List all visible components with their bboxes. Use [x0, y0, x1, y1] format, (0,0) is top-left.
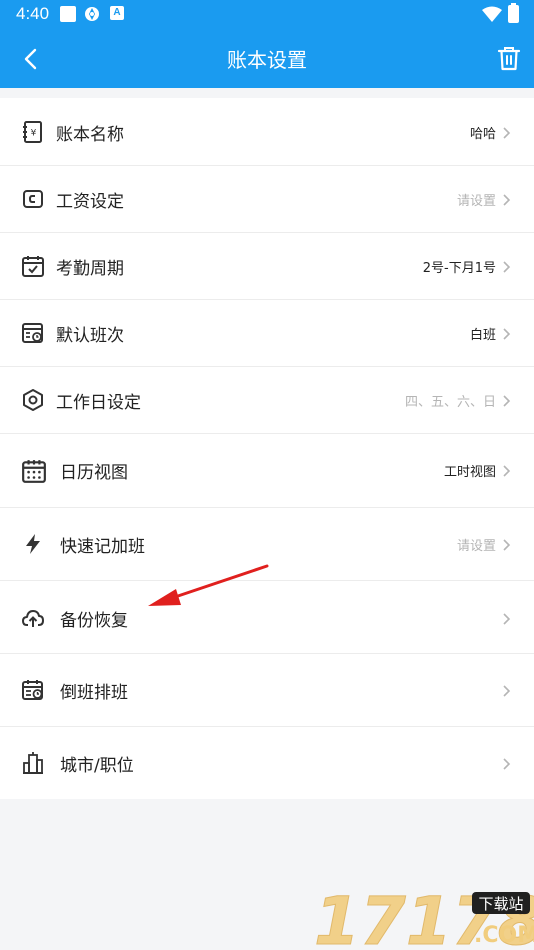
setting-row-quick-overtime[interactable]: 快速记加班 请设置 [0, 508, 534, 581]
calendar-check-icon [22, 256, 44, 277]
setting-row-workdays[interactable]: 工作日设定 四、五、六、日 [0, 367, 534, 434]
calendar-grid-icon [22, 460, 46, 483]
setting-label: 倒班排班 [60, 683, 128, 703]
chevron-right-icon [503, 127, 511, 139]
nav-bar: 账本设置 [0, 30, 534, 88]
status-time: 4:40 [16, 4, 50, 23]
shift-clock-icon [22, 323, 43, 343]
setting-label: 工作日设定 [56, 393, 141, 413]
setting-label: 账本名称 [56, 125, 124, 145]
setting-row-salary[interactable]: 工资设定 请设置 [0, 166, 534, 233]
schedule-icon [22, 680, 43, 700]
chevron-right-icon [503, 613, 511, 625]
setting-label: 考勤周期 [56, 259, 124, 279]
chevron-right-icon [503, 465, 511, 477]
setting-label: 快速记加班 [60, 537, 145, 557]
setting-label: 城市/职位 [60, 756, 134, 776]
setting-value: 工时视图 [443, 465, 496, 480]
chevron-right-icon [503, 395, 511, 407]
setting-row-attendance[interactable]: 考勤周期 2号-下月1号 [0, 233, 534, 300]
setting-row-calendar-view[interactable]: 日历视图 工时视图 [0, 434, 534, 508]
chevron-right-icon [503, 685, 511, 697]
chevron-right-icon [503, 539, 511, 551]
setting-row-backup-restore[interactable]: 备份恢复 [0, 581, 534, 654]
setting-value: 2号-下月1号 [422, 261, 496, 276]
setting-label: 备份恢复 [60, 611, 128, 631]
chevron-right-icon [503, 328, 511, 340]
notebook-icon: ¥ [23, 121, 42, 143]
wallet-icon [23, 190, 43, 208]
setting-row-default-shift[interactable]: 默认班次 白班 [0, 300, 534, 367]
watermark-logo: 17178 下载站 .COM [314, 884, 534, 950]
setting-row-shift-schedule[interactable]: 倒班排班 [0, 654, 534, 727]
chevron-right-icon [503, 261, 511, 273]
notification-square-icon [60, 6, 76, 22]
app-header: 4:40 A 账本设置 [0, 0, 534, 88]
chevron-right-icon [503, 758, 511, 770]
setting-value: 四、五、六、日 [404, 395, 496, 410]
lightning-icon [26, 534, 40, 554]
svg-text:.COM: .COM [474, 923, 534, 948]
setting-label: 默认班次 [56, 326, 124, 346]
settings-list: ¥ 账本名称 哈哈 工资设定 请设置 考勤周期 2号-下月1号 默认班次 白班 … [0, 98, 534, 799]
setting-label: 日历视图 [60, 463, 128, 483]
page-title: 账本设置 [227, 48, 307, 72]
wifi-icon [482, 6, 502, 22]
setting-value: 请设置 [456, 194, 496, 209]
notification-gear-icon [85, 7, 99, 21]
chevron-right-icon [503, 194, 511, 206]
battery-icon [508, 3, 519, 23]
notification-a-icon: A [110, 6, 124, 20]
city-icon [23, 752, 43, 774]
setting-value: 白班 [469, 328, 496, 343]
hexagon-icon [23, 389, 43, 411]
cloud-upload-icon [22, 610, 44, 627]
setting-value: 哈哈 [469, 127, 496, 142]
setting-row-city-position[interactable]: 城市/职位 [0, 727, 534, 799]
status-bar: 4:40 A [0, 0, 534, 30]
trash-icon[interactable] [497, 45, 521, 71]
svg-text:下载站: 下载站 [478, 895, 523, 913]
svg-text:¥: ¥ [31, 129, 37, 139]
setting-value: 请设置 [456, 539, 496, 554]
setting-label: 工资设定 [56, 192, 124, 212]
setting-row-book-name[interactable]: ¥ 账本名称 哈哈 [0, 98, 534, 166]
